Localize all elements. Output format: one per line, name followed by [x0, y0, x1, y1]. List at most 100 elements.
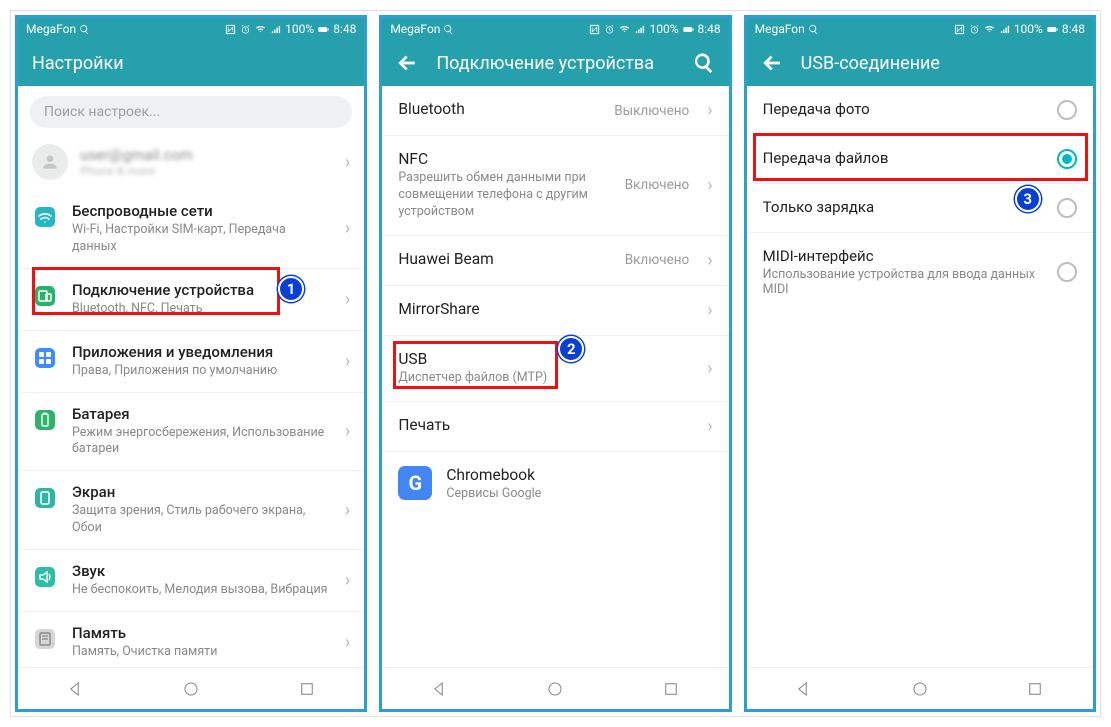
- chevron-right-icon: ›: [345, 500, 350, 521]
- status-bar: MegaFon 100% 8:48: [747, 18, 1093, 40]
- status-bar: MegaFon 100% 8:48: [382, 18, 728, 40]
- signal-icon: [999, 24, 1010, 35]
- row-wireless[interactable]: Беспроводные сетиWi-Fi, Настройки SIM-ка…: [18, 190, 364, 268]
- row-device-connection[interactable]: Подключение устройстваBluetooth, NFC, Пе…: [18, 268, 364, 330]
- nav-recent-icon[interactable]: [1026, 680, 1044, 698]
- nav-recent-icon[interactable]: [298, 680, 316, 698]
- chevron-right-icon: ›: [345, 632, 350, 653]
- beam-status: Включено: [625, 252, 690, 268]
- nav-bar: [382, 667, 728, 709]
- nfc-status: Включено: [625, 177, 690, 193]
- back-button[interactable]: [396, 52, 418, 74]
- battery-icon: [318, 24, 329, 35]
- alarm-icon: [604, 24, 615, 35]
- row-charge-only[interactable]: Только зарядка: [747, 184, 1093, 233]
- header-title: USB-соединение: [801, 53, 940, 74]
- storage-icon: [33, 627, 57, 651]
- chevron-right-icon: ›: [707, 358, 712, 379]
- row-file-transfer[interactable]: Передача файлов: [747, 135, 1093, 184]
- devices-icon: [33, 284, 57, 308]
- row-midi[interactable]: MIDI-интерфейсИспользование устройства д…: [747, 233, 1093, 311]
- battery-icon: [683, 24, 694, 35]
- row-photo-transfer[interactable]: Передача фото: [747, 86, 1093, 135]
- header: Подключение устройства: [382, 40, 728, 86]
- phone-device-connection: MegaFon 100% 8:48 Подключение устройства…: [379, 15, 731, 712]
- radio-off[interactable]: [1057, 100, 1077, 120]
- row-print[interactable]: Печать ›: [382, 402, 728, 452]
- nav-home-icon[interactable]: [182, 680, 200, 698]
- nfc-icon: [225, 24, 236, 35]
- row-apps[interactable]: Приложения и уведомленияПрава, Приложени…: [18, 330, 364, 392]
- settings-search-input[interactable]: Поиск настроек...: [30, 96, 352, 128]
- chevron-right-icon: ›: [345, 289, 350, 310]
- marker-3: 3: [1015, 186, 1041, 212]
- row-bluetooth[interactable]: Bluetooth Выключено ›: [382, 86, 728, 136]
- phone-usb-connection: MegaFon 100% 8:48 USB-соединение Передач…: [744, 15, 1096, 712]
- chevron-right-icon: ›: [707, 100, 712, 121]
- profile-name: user@gmail.com: [80, 146, 333, 164]
- apps-icon: [33, 346, 57, 370]
- nav-back-icon[interactable]: [795, 680, 813, 698]
- alarm-icon: [969, 24, 980, 35]
- chevron-right-icon: ›: [345, 218, 350, 239]
- header: Настройки: [18, 40, 364, 86]
- chevron-right-icon: ›: [707, 300, 712, 321]
- chevron-right-icon: ›: [345, 152, 350, 173]
- row-mirrorshare[interactable]: MirrorShare ›: [382, 286, 728, 336]
- google-icon: G: [398, 466, 432, 500]
- nav-home-icon[interactable]: [546, 680, 564, 698]
- sound-icon: [33, 565, 57, 589]
- nav-back-icon[interactable]: [431, 680, 449, 698]
- search-placeholder: Поиск настроек...: [44, 104, 160, 120]
- row-sound[interactable]: ЗвукНе беспокоить, Мелодия вызова, Вибра…: [18, 549, 364, 611]
- nav-bar: [747, 667, 1093, 709]
- chevron-right-icon: ›: [345, 570, 350, 591]
- search-button[interactable]: [693, 52, 715, 74]
- search-small-icon: [79, 24, 90, 35]
- chevron-right-icon: ›: [345, 421, 350, 442]
- radio-on[interactable]: [1057, 149, 1077, 169]
- nfc-icon: [589, 24, 600, 35]
- status-bar: MegaFon 100% 8:48: [18, 18, 364, 40]
- chevron-right-icon: ›: [707, 250, 712, 271]
- chevron-right-icon: ›: [707, 175, 712, 196]
- row-display[interactable]: ЭкранЗащита зрения, Стиль рабочего экран…: [18, 470, 364, 549]
- avatar: [32, 144, 68, 180]
- display-icon: [33, 486, 57, 510]
- battery-icon: [1047, 24, 1058, 35]
- header: USB-соединение: [747, 40, 1093, 86]
- wifi-icon: [984, 24, 995, 35]
- nav-recent-icon[interactable]: [662, 680, 680, 698]
- chevron-right-icon: ›: [707, 416, 712, 437]
- nav-home-icon[interactable]: [911, 680, 929, 698]
- search-small-icon: [443, 24, 454, 35]
- chevron-right-icon: ›: [345, 351, 350, 372]
- back-button[interactable]: [761, 52, 783, 74]
- bluetooth-status: Выключено: [614, 103, 689, 119]
- signal-icon: [270, 24, 281, 35]
- clock-label: 8:48: [333, 22, 356, 36]
- row-chromebook[interactable]: G ChromebookСервисы Google: [382, 452, 728, 517]
- alarm-icon: [240, 24, 251, 35]
- wifi-icon: [619, 24, 630, 35]
- row-nfc[interactable]: NFCРазрешить обмен данными при совмещени…: [382, 136, 728, 236]
- radio-off[interactable]: [1057, 262, 1077, 282]
- wifi-icon: [255, 24, 266, 35]
- radio-off[interactable]: [1057, 198, 1077, 218]
- profile-row[interactable]: user@gmail.com Phone & more ›: [18, 134, 364, 190]
- row-huawei-beam[interactable]: Huawei Beam Включено ›: [382, 236, 728, 286]
- battery-settings-icon: [33, 408, 57, 432]
- nav-bar: [18, 667, 364, 709]
- battery-label: 100%: [285, 22, 314, 36]
- phone-settings-main: MegaFon 100% 8:48 Настройки Поиск настро…: [15, 15, 367, 712]
- profile-sub: Phone & more: [80, 164, 333, 178]
- search-small-icon: [808, 24, 819, 35]
- marker-1: 1: [278, 276, 304, 302]
- row-battery[interactable]: БатареяРежим энергосбережения, Использов…: [18, 392, 364, 471]
- nav-back-icon[interactable]: [67, 680, 85, 698]
- nfc-icon: [954, 24, 965, 35]
- header-title: Подключение устройства: [436, 53, 654, 74]
- row-storage[interactable]: ПамятьПамять, Очистка памяти ›: [18, 611, 364, 667]
- row-usb[interactable]: USBДиспетчер файлов (MTP) ›: [382, 336, 728, 402]
- header-title: Настройки: [32, 53, 124, 74]
